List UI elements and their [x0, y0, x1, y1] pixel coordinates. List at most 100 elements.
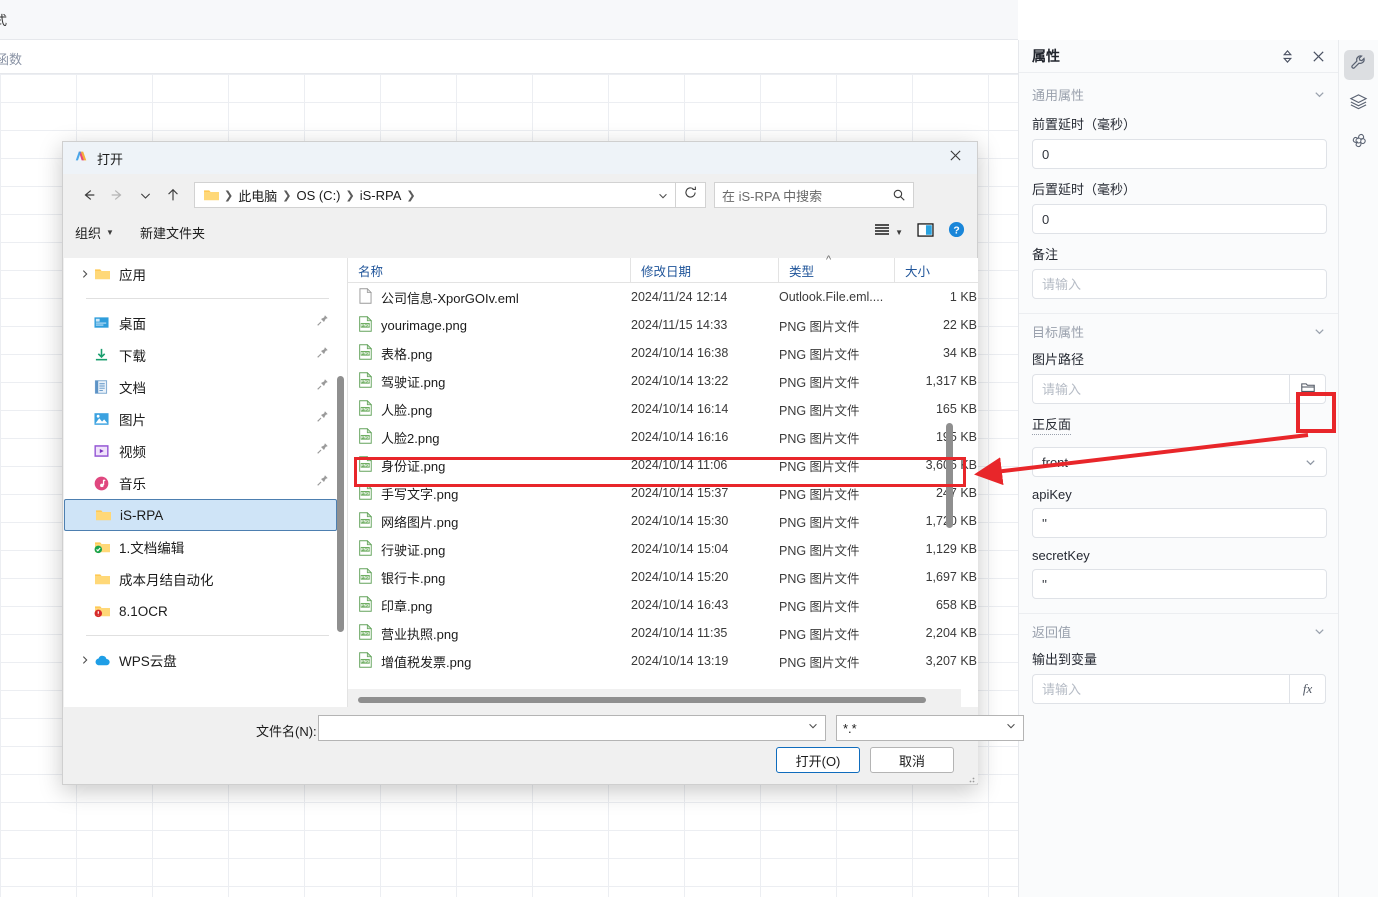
file-row[interactable]: PNG 驾驶证.png 2024/10/14 13:22 PNG 图片文件 1,317 … — [348, 367, 978, 395]
filter-value: *.* — [843, 720, 857, 736]
open-button[interactable]: 打开(O) — [776, 747, 860, 773]
svg-text:PNG: PNG — [361, 323, 369, 327]
side-select[interactable]: front — [1032, 447, 1327, 477]
file-row[interactable]: PNG 人脸2.png 2024/10/14 16:16 PNG 图片文件 195 KB — [348, 423, 978, 451]
tree-item-label: 音乐 — [119, 477, 146, 492]
recent-locations-button[interactable] — [131, 182, 159, 208]
tree-item--[interactable]: 桌面 — [64, 307, 347, 339]
column-header-type[interactable]: 类型 — [779, 257, 895, 283]
file-row[interactable]: PNG 身份证.png 2024/10/14 11:06 PNG 图片文件 3,605 … — [348, 451, 978, 479]
section-return-header[interactable]: 返回值 — [1019, 616, 1338, 646]
tree-scrollbar-thumb[interactable] — [337, 376, 344, 632]
section-general-header[interactable]: 通用属性 — [1019, 79, 1338, 109]
file-row[interactable]: PNG 营业执照.png 2024/10/14 11:35 PNG 图片文件 2,204… — [348, 619, 978, 647]
host-formula-bar[interactable] — [0, 40, 1018, 74]
file-row[interactable]: 公司信息-XporGOIv.eml 2024/11/24 12:14 Outlook… — [348, 283, 978, 311]
chevron-down-icon[interactable] — [1313, 625, 1326, 638]
pin-icon[interactable] — [316, 346, 329, 364]
tree-item--[interactable]: 下载 — [64, 339, 347, 371]
chevron-down-icon[interactable] — [1313, 88, 1326, 101]
tree-item-1-[interactable]: 1.文档编辑 — [64, 531, 347, 563]
secretkey-input[interactable] — [1032, 569, 1327, 599]
file-type: PNG 图片文件 — [779, 319, 860, 334]
pin-icon[interactable] — [316, 442, 329, 460]
file-row[interactable]: PNG 行驶证.png 2024/10/14 15:04 PNG 图片文件 1,129 … — [348, 535, 978, 563]
file-row[interactable]: PNG 增值税发票.png 2024/10/14 13:19 PNG 图片文件 3,20… — [348, 647, 978, 675]
section-target-header[interactable]: 目标属性 — [1019, 316, 1338, 346]
pin-icon[interactable] — [316, 314, 329, 332]
fx-button[interactable]: fx — [1289, 674, 1326, 704]
apikey-input[interactable] — [1032, 508, 1327, 538]
rail-button-ai[interactable] — [1344, 128, 1374, 158]
preview-pane-button[interactable] — [917, 222, 934, 242]
cancel-button[interactable]: 取消 — [870, 747, 954, 773]
breadcrumb-item-0[interactable]: 此电脑 — [235, 186, 280, 205]
image-path-input[interactable] — [1032, 374, 1290, 404]
file-row[interactable]: PNG yourimage.png 2024/11/15 14:33 PNG 图片文件… — [348, 311, 978, 339]
remark-input[interactable] — [1032, 269, 1327, 299]
column-header-name[interactable]: 名称 — [348, 257, 631, 283]
file-row[interactable]: PNG 手写文字.png 2024/10/14 15:37 PNG 图片文件 247 K… — [348, 479, 978, 507]
tree-item--[interactable]: 音乐 — [64, 467, 347, 499]
output-variable-input[interactable] — [1032, 674, 1290, 704]
scrollbar-thumb[interactable] — [358, 697, 926, 703]
new-folder-button[interactable]: 新建文件夹 — [140, 223, 205, 242]
file-list-scrollbar-thumb[interactable] — [946, 423, 953, 528]
chevron-right-icon[interactable] — [76, 655, 94, 665]
file-row[interactable]: PNG 印章.png 2024/10/14 16:43 PNG 图片文件 658 KB — [348, 591, 978, 619]
file-row[interactable]: PNG 银行卡.png 2024/10/14 15:20 PNG 图片文件 1,697 … — [348, 563, 978, 591]
pin-icon[interactable] — [316, 378, 329, 396]
refresh-button[interactable] — [676, 182, 706, 208]
tree-item--[interactable]: 文档 — [64, 371, 347, 403]
help-button[interactable]: ? — [948, 221, 965, 243]
pre-delay-input[interactable] — [1032, 139, 1327, 169]
file-type-filter[interactable]: *.* — [836, 715, 1024, 741]
rail-button-layers[interactable] — [1344, 89, 1374, 119]
tree-item-is-rpa[interactable]: iS-RPA — [64, 499, 337, 531]
preview-pane-icon — [917, 222, 934, 242]
expand-collapse-icon[interactable] — [1280, 49, 1295, 64]
breadcrumb[interactable]: ❯ 此电脑 ❯ OS (C:) ❯ iS-RPA ❯ — [194, 182, 676, 208]
back-button[interactable] — [75, 182, 103, 208]
pin-icon[interactable] — [316, 410, 329, 428]
chevron-down-icon[interactable] — [1313, 325, 1326, 338]
chevron-down-icon[interactable] — [807, 719, 819, 737]
tree-item--[interactable]: 视频 — [64, 435, 347, 467]
column-header-size[interactable]: 大小 — [895, 258, 977, 283]
tree-item--[interactable]: 应用 — [64, 258, 347, 290]
search-placeholder: 在 iS-RPA 中搜索 — [722, 188, 823, 204]
filename-input[interactable] — [318, 715, 826, 741]
dialog-close-button[interactable] — [933, 142, 977, 174]
browse-folder-button[interactable] — [1289, 374, 1326, 404]
file-row[interactable]: PNG 网络图片.png 2024/10/14 15:30 PNG 图片文件 1,720… — [348, 507, 978, 535]
forward-button[interactable] — [103, 182, 131, 208]
pin-icon[interactable] — [316, 474, 329, 492]
post-delay-input[interactable] — [1032, 204, 1327, 234]
chevron-down-icon[interactable] — [1005, 719, 1017, 737]
search-box[interactable]: 在 iS-RPA 中搜索 — [714, 182, 914, 208]
resize-grip[interactable] — [965, 770, 975, 783]
rail-button-properties[interactable] — [1343, 50, 1374, 80]
tree-item-wps-[interactable]: WPS云盘 — [64, 644, 347, 676]
breadcrumb-item-2[interactable]: iS-RPA — [357, 188, 405, 203]
field-apikey: apiKey — [1019, 487, 1338, 538]
file-row[interactable]: PNG 人脸.png 2024/10/14 16:14 PNG 图片文件 165 KB — [348, 395, 978, 423]
chevron-down-icon[interactable] — [657, 189, 669, 201]
tree-item-label: 下载 — [119, 349, 146, 364]
up-button[interactable] — [159, 182, 187, 208]
file-name: 银行卡.png — [381, 570, 446, 586]
file-date: 2024/11/24 12:14 — [631, 290, 728, 304]
close-icon — [949, 149, 962, 167]
file-row[interactable]: PNG 表格.png 2024/10/14 16:38 PNG 图片文件 34 KB — [348, 339, 978, 367]
host-vertical-scrollbar[interactable] — [1004, 74, 1018, 897]
column-header-date[interactable]: 修改日期 — [631, 257, 779, 283]
close-icon[interactable] — [1311, 49, 1326, 64]
tree-item--[interactable]: 图片 — [64, 403, 347, 435]
section-title: 返回值 — [1032, 624, 1072, 640]
tree-item-8-1ocr[interactable]: 8.1OCR — [64, 595, 347, 627]
tree-item--[interactable]: 成本月结自动化 — [64, 563, 347, 595]
view-mode-button[interactable]: ▼ — [874, 223, 903, 242]
chevron-right-icon[interactable] — [76, 269, 94, 279]
organize-button[interactable]: 组织 ▼ — [75, 223, 114, 242]
breadcrumb-item-1[interactable]: OS (C:) — [293, 188, 343, 203]
